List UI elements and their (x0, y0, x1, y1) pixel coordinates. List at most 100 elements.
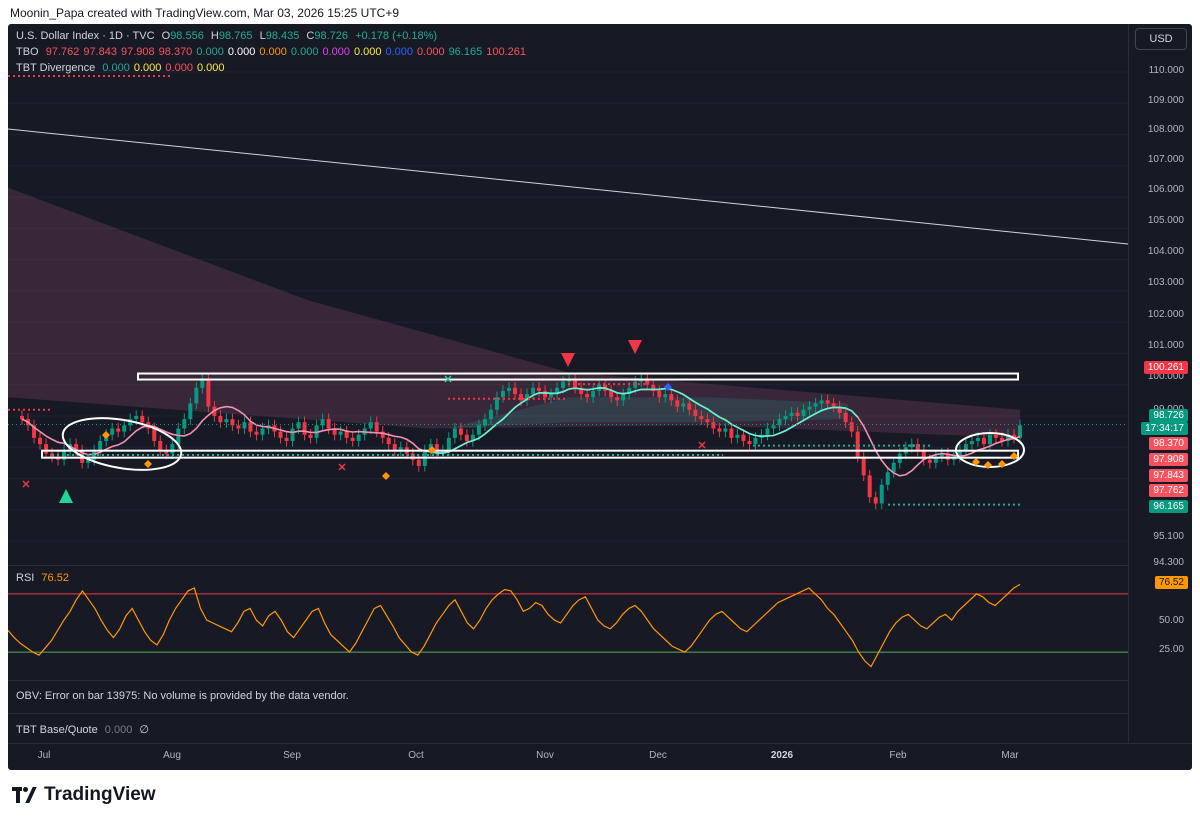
candle-body (224, 419, 229, 423)
candle-body (591, 390, 596, 398)
candle-body (38, 437, 43, 445)
tbo-values: 97.762 97.843 97.908 98.370 0.000 0.000 0.000 0… (46, 46, 530, 58)
candle-body (326, 419, 331, 429)
candle-body (873, 497, 878, 504)
currency-button[interactable]: USD (1135, 28, 1187, 50)
tbo-value-10: 0.000 (385, 46, 414, 58)
candle-body (705, 419, 710, 423)
divergence-value-2: 0.000 (165, 62, 193, 74)
candle-body (879, 484, 884, 504)
candle-body (290, 428, 295, 441)
candle-body (609, 390, 614, 398)
candle-body (356, 434, 361, 441)
candle-body (663, 394, 668, 398)
divergence-diamond-marker (102, 431, 110, 439)
candle-body (458, 428, 463, 435)
rsi-legend[interactable]: RSI 76.52 (16, 572, 73, 584)
candle-body (699, 415, 704, 420)
candle-body (500, 390, 505, 398)
price-axis-tag: 98.370 (1149, 437, 1188, 450)
divergence-legend[interactable]: TBT Divergence 0.000 0.000 0.000 0.000 (16, 62, 232, 74)
tbo-legend[interactable]: TBO 97.762 97.843 97.908 98.370 0.000 0.000 0.… (16, 46, 534, 58)
candle-body (248, 422, 253, 432)
open-value: 98.556 (170, 30, 204, 42)
candle-body (512, 387, 517, 395)
price-tick-label: 106.000 (1147, 184, 1184, 195)
tradingview-logo-icon (12, 787, 38, 803)
candle-body (236, 425, 241, 429)
rsi-chart-svg[interactable] (8, 566, 1128, 680)
candle-body (194, 387, 199, 404)
tbo-value-12: 96.165 (448, 46, 483, 58)
candle-body (741, 434, 746, 441)
candle-body (308, 434, 313, 438)
candle-body (669, 394, 674, 401)
time-axis[interactable]: Jul Aug Sep Oct Nov Dec 2026 Feb Mar (8, 743, 1192, 770)
candle-body (675, 400, 680, 407)
price-axis[interactable]: USD 110.000 109.000 108.000 107.000 106.000 1… (1128, 24, 1192, 743)
rsi-label[interactable]: RSI (16, 572, 34, 584)
tbo-value-3: 98.370 (158, 46, 193, 58)
candle-body (969, 440, 974, 445)
price-tick-label: 94.300 (1153, 557, 1184, 568)
candle-body (368, 422, 373, 429)
candle-body (783, 415, 788, 420)
candle-body (284, 437, 289, 441)
price-chart-svg[interactable] (8, 24, 1128, 564)
candle-body (416, 459, 421, 467)
candle-body (476, 425, 481, 435)
candle-body (110, 428, 115, 435)
candle-body (729, 428, 734, 438)
price-tick-label: 105.000 (1147, 215, 1184, 226)
obv-panel[interactable]: OBV: Error on bar 13975: No volume is pr… (8, 680, 1128, 712)
candle-body (561, 381, 566, 388)
tbo-value-13: 100.261 (486, 46, 526, 58)
candle-body (993, 434, 998, 438)
candle-body (855, 431, 860, 457)
tbt-base-legend[interactable]: TBT Base/Quote 0.000 ∅ (16, 723, 153, 736)
tbo-name[interactable]: TBO (16, 46, 39, 58)
candle-body (338, 431, 343, 435)
symbol-name[interactable]: U.S. Dollar Index · 1D · TVC (16, 30, 155, 42)
candle-body (464, 434, 469, 441)
time-axis-label: Feb (889, 750, 907, 761)
candle-body (867, 475, 872, 498)
highlight-ellipse-left (61, 417, 183, 471)
exit-cross-marker (338, 463, 346, 471)
price-tick-label: 107.000 (1147, 154, 1184, 165)
symbol-legend[interactable]: U.S. Dollar Index · 1D · TVC O98.556 H98… (16, 30, 441, 42)
price-axis-tag: 97.908 (1149, 453, 1188, 466)
candle-body (735, 434, 740, 438)
tradingview-logo[interactable]: TradingView (12, 784, 156, 806)
candle-body (506, 387, 511, 391)
candle-body (1018, 425, 1022, 438)
candle-body (585, 394, 590, 398)
time-axis-label: 2026 (770, 750, 794, 761)
tbo-value-5: 0.000 (227, 46, 256, 58)
divergence-diamond-marker (1010, 452, 1018, 460)
candle-body (765, 428, 770, 435)
candle-body (392, 444, 397, 451)
candle-body (350, 437, 355, 441)
tbo-value-1: 97.843 (83, 46, 117, 58)
price-axis-tag: 97.762 (1149, 484, 1188, 497)
open-label: O (161, 30, 171, 42)
tbo-value-0: 97.762 (45, 46, 80, 58)
price-axis-tag: 98.726 (1149, 409, 1188, 422)
time-axis-label: Aug (163, 750, 181, 761)
chart-caption: Moonin_Papa created with TradingView.com… (10, 6, 400, 20)
tbo-value-9: 0.000 (353, 46, 382, 58)
divergence-name[interactable]: TBT Divergence (16, 62, 95, 74)
time-axis-label: Nov (536, 750, 554, 761)
price-tick-label: 103.000 (1147, 277, 1184, 288)
tbo-value-4: 0.000 (196, 46, 224, 58)
candle-body (657, 390, 662, 398)
candle-body (488, 409, 493, 420)
long-trendline (8, 128, 1128, 245)
chart-frame[interactable]: U.S. Dollar Index · 1D · TVC O98.556 H98… (8, 24, 1192, 770)
price-panel[interactable]: U.S. Dollar Index · 1D · TVC O98.556 H98… (8, 24, 1128, 564)
tbt-base-label[interactable]: TBT Base/Quote (16, 724, 98, 736)
time-axis-label: Oct (408, 750, 424, 761)
tbt-base-panel[interactable]: TBT Base/Quote 0.000 ∅ (8, 713, 1128, 743)
rsi-panel[interactable]: RSI 76.52 (8, 565, 1128, 679)
